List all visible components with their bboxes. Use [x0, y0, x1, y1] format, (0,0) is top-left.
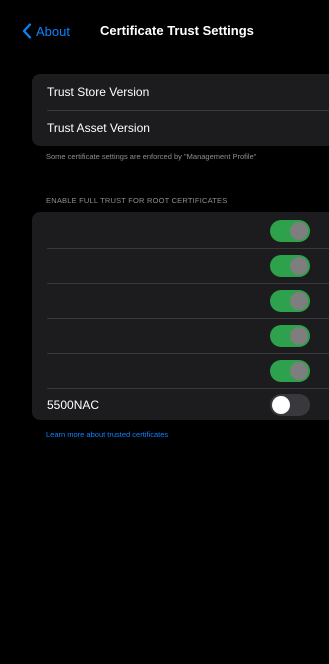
version-info-group: Trust Store Version Trust Asset Version [32, 74, 329, 146]
toggle-knob [290, 362, 308, 380]
learn-more-link[interactable]: Learn more about trusted certificates [46, 430, 168, 439]
trust-toggle[interactable] [270, 360, 310, 382]
trust-asset-version-label: Trust Asset Version [47, 121, 150, 135]
certificate-row [32, 214, 329, 248]
trust-toggle[interactable] [270, 325, 310, 347]
toggle-knob [272, 396, 290, 414]
back-button[interactable]: About [22, 21, 70, 41]
certificate-row [32, 354, 329, 388]
certificate-name: 5500NAC [47, 398, 100, 412]
navigation-bar: About Certificate Trust Settings [0, 0, 329, 60]
certificate-row [32, 249, 329, 283]
page-title: Certificate Trust Settings [100, 23, 254, 38]
trust-toggle[interactable] [270, 290, 310, 312]
toggle-knob [290, 292, 308, 310]
root-certificates-group: 5500NAC [32, 212, 329, 420]
chevron-left-icon [22, 23, 36, 39]
certificate-row [32, 319, 329, 353]
toggle-knob [290, 222, 308, 240]
certificate-row: 5500NAC [32, 388, 329, 420]
toggle-knob [290, 257, 308, 275]
trust-store-version-label: Trust Store Version [47, 85, 150, 99]
trust-toggle[interactable] [270, 220, 310, 242]
trust-toggle[interactable] [270, 394, 310, 416]
trust-toggle[interactable] [270, 255, 310, 277]
toggle-knob [290, 327, 308, 345]
certificate-row [32, 284, 329, 318]
row-divider [47, 110, 329, 111]
back-button-label: About [36, 23, 70, 39]
management-profile-footnote: Some certificate settings are enforced b… [46, 152, 257, 161]
section-header: ENABLE FULL TRUST FOR ROOT CERTIFICATES [46, 196, 228, 205]
